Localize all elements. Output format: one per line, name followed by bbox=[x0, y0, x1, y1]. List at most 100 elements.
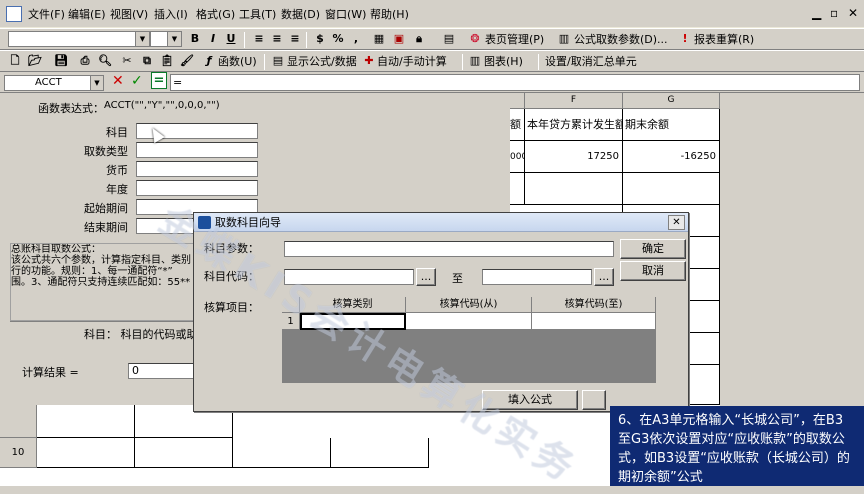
cell-c10[interactable] bbox=[233, 438, 331, 468]
align-right-icon[interactable]: ≡ bbox=[286, 30, 304, 48]
label-start-period: 起始期间 bbox=[84, 202, 128, 215]
fetch-params-button[interactable]: 公式取数参数(D)... bbox=[574, 32, 668, 48]
row-header-10[interactable]: 10 bbox=[0, 438, 37, 468]
column-header-f[interactable]: F bbox=[525, 93, 623, 109]
lock-icon[interactable]: 🔒︎ bbox=[410, 30, 428, 48]
column-header-g[interactable]: G bbox=[623, 93, 720, 109]
separator bbox=[538, 54, 539, 70]
fetch-type-field[interactable] bbox=[136, 142, 258, 158]
function-button[interactable]: 函数(U) bbox=[218, 54, 257, 70]
menu-format[interactable]: 格式(G) bbox=[196, 8, 235, 22]
name-box[interactable]: ACCT ▼ bbox=[4, 75, 104, 91]
cell-g3[interactable]: -16250 bbox=[623, 141, 720, 173]
minimize-icon[interactable]: ▁ bbox=[812, 6, 821, 20]
spreadsheet-left: 10 bbox=[0, 405, 510, 486]
menu-insert[interactable]: 插入(I) bbox=[154, 8, 188, 22]
underline-button[interactable]: U bbox=[222, 30, 240, 48]
confirm-formula-icon[interactable]: ✓ bbox=[131, 73, 143, 89]
open-folder-icon[interactable]: 📂︎ bbox=[26, 52, 44, 70]
new-file-icon[interactable]: 🗋︎ bbox=[6, 52, 24, 70]
equals-button[interactable]: = bbox=[151, 72, 167, 89]
menu-window[interactable]: 窗口(W) bbox=[325, 8, 366, 22]
cell-f2[interactable]: 本年贷方累计发生额 bbox=[525, 109, 623, 141]
divider bbox=[10, 321, 193, 322]
comma-button[interactable]: , bbox=[347, 30, 365, 48]
bold-button[interactable]: B bbox=[186, 30, 204, 48]
grid-cell-code-from[interactable] bbox=[406, 313, 532, 330]
currency-field[interactable] bbox=[136, 161, 258, 177]
format-painter-icon[interactable]: 🖌︎ bbox=[178, 52, 196, 70]
sheet-mgmt-button[interactable]: 表页管理(P) bbox=[485, 32, 544, 48]
menu-file[interactable]: 文件(F) bbox=[28, 8, 65, 22]
year-field[interactable] bbox=[136, 180, 258, 196]
cell-d10[interactable] bbox=[331, 438, 429, 468]
params-icon: ▥ bbox=[558, 32, 570, 45]
restore-icon[interactable]: ▫ bbox=[830, 6, 838, 20]
set-cancel-summary-button[interactable]: 设置/取消汇总单元 bbox=[545, 54, 637, 70]
grid-header-code-to[interactable]: 核算代码(至) bbox=[532, 297, 656, 313]
font-name-select[interactable]: ▼ bbox=[8, 31, 150, 47]
ok-button[interactable]: 确定 bbox=[620, 239, 686, 259]
chart-icon: ▥ bbox=[469, 54, 481, 67]
paste-icon[interactable]: 📋︎ bbox=[158, 52, 176, 70]
recalc-button[interactable]: 报表重算(R) bbox=[694, 32, 754, 48]
chevron-down-icon[interactable]: ▼ bbox=[90, 76, 103, 90]
copy-icon[interactable]: ⧉ bbox=[138, 52, 156, 70]
row-header-9[interactable] bbox=[0, 405, 37, 438]
show-formula-button[interactable]: 显示公式/数据 bbox=[287, 54, 357, 70]
formula-input[interactable]: = bbox=[170, 74, 860, 91]
grid-cell-code-to[interactable] bbox=[532, 313, 656, 330]
browse-from-button[interactable]: ... bbox=[416, 268, 436, 286]
display-icon[interactable]: ▤ bbox=[440, 30, 458, 48]
border-icon[interactable]: ▦ bbox=[370, 30, 388, 48]
label-end-period: 结束期间 bbox=[84, 221, 128, 234]
cancel-formula-icon[interactable]: ✕ bbox=[112, 73, 124, 89]
dialog-titlebar: 取数科目向导 ✕ bbox=[194, 213, 688, 232]
cancel-button[interactable]: 取消 bbox=[620, 261, 686, 281]
align-center-icon[interactable]: ≡ bbox=[268, 30, 286, 48]
subject-param-input[interactable] bbox=[284, 241, 614, 257]
currency-icon[interactable]: $ bbox=[311, 30, 329, 48]
menu-view[interactable]: 视图(V) bbox=[110, 8, 148, 22]
menu-tools[interactable]: 工具(T) bbox=[239, 8, 276, 22]
expr-label: 函数表达式： bbox=[38, 102, 104, 115]
font-size-select[interactable]: ▼ bbox=[150, 31, 182, 47]
separator bbox=[462, 54, 463, 70]
cell-g4[interactable] bbox=[623, 173, 720, 205]
print-icon[interactable]: ⎙ bbox=[76, 52, 94, 70]
auto-calc-icon: ✚ bbox=[364, 54, 374, 67]
cell-a9[interactable] bbox=[37, 405, 135, 438]
subject-code-to-input[interactable] bbox=[482, 269, 592, 285]
save-icon[interactable]: 💾︎ bbox=[52, 52, 70, 70]
menu-help[interactable]: 帮助(H) bbox=[370, 8, 409, 22]
menu-bar: 文件(F) 编辑(E) 视图(V) 插入(I) 格式(G) 工具(T) 数据(D… bbox=[0, 0, 864, 28]
italic-button[interactable]: I bbox=[204, 30, 222, 48]
browse-to-button[interactable]: ... bbox=[594, 268, 614, 286]
cell-f3[interactable]: 17250 bbox=[525, 141, 623, 173]
column-header-e[interactable] bbox=[510, 93, 525, 109]
cell-g2[interactable]: 期末余额 bbox=[623, 109, 720, 141]
cell-f4[interactable] bbox=[525, 173, 623, 205]
close-icon[interactable]: ✕ bbox=[668, 215, 685, 230]
cell-e2[interactable]: 额 bbox=[510, 109, 525, 141]
chart-button[interactable]: 图表(H) bbox=[484, 54, 523, 70]
percent-button[interactable]: % bbox=[329, 30, 347, 48]
cell-e3[interactable]: 000 bbox=[510, 141, 525, 173]
cell-a10[interactable] bbox=[37, 438, 135, 468]
menu-edit[interactable]: 编辑(E) bbox=[68, 8, 106, 22]
separator bbox=[244, 32, 245, 48]
app-icon bbox=[6, 6, 22, 22]
grid-header-code-from[interactable]: 核算代码(从) bbox=[406, 297, 532, 313]
cell-e4[interactable] bbox=[510, 173, 525, 205]
close-icon[interactable]: ✕ bbox=[848, 6, 858, 20]
label-year: 年度 bbox=[106, 183, 128, 196]
align-left-icon[interactable]: ≡ bbox=[250, 30, 268, 48]
print-preview-icon[interactable]: 🔍︎ bbox=[96, 52, 114, 70]
fill-color-icon[interactable]: ▣ bbox=[390, 30, 408, 48]
extra-button[interactable] bbox=[582, 390, 606, 410]
auto-calc-button[interactable]: 自动/手动计算 bbox=[377, 54, 447, 70]
menu-data[interactable]: 数据(D) bbox=[281, 8, 320, 22]
separator bbox=[264, 54, 265, 70]
cell-b10[interactable] bbox=[135, 438, 233, 468]
cut-icon[interactable]: ✂ bbox=[118, 52, 136, 70]
